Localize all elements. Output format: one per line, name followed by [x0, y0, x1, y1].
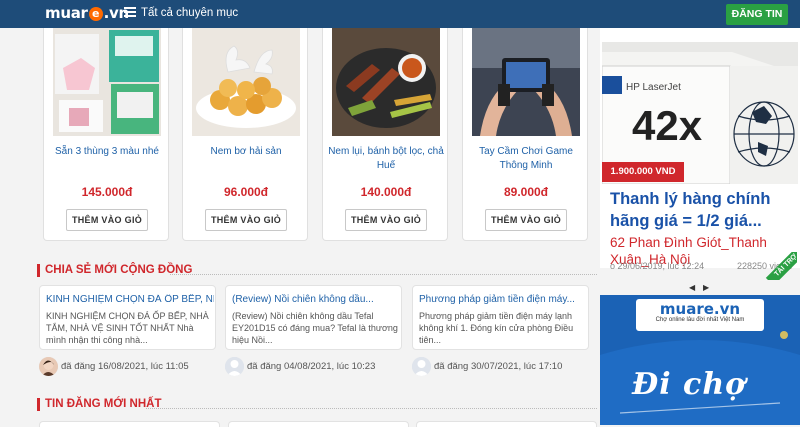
hamburger-icon: [124, 7, 136, 17]
post-listing-button[interactable]: ĐĂNG TIN: [726, 4, 788, 25]
ad-title[interactable]: Thanh lý hàng chính hãng giá = 1/2 giá..…: [610, 188, 795, 232]
ad-date: o 29/06/2019, lúc 12:24: [610, 261, 705, 271]
sponsored-ribbon: TÀI TRỢ: [761, 252, 797, 280]
top-navigation-bar: muar e .vn Tất cả chuyên mục ĐĂNG TIN: [0, 0, 800, 28]
section-divider: [146, 408, 597, 409]
next-arrow-icon[interactable]: ▶: [703, 283, 709, 292]
listing-card[interactable]: [39, 421, 220, 427]
post-title[interactable]: (Review) Nồi chiên không dầu...: [232, 294, 400, 305]
product-name[interactable]: Nem lụi, bánh bột lọc, chả Huế: [327, 145, 445, 173]
all-categories-menu[interactable]: Tất cả chuyên mục: [124, 7, 238, 19]
prev-arrow-icon[interactable]: ◀: [689, 283, 695, 292]
product-card[interactable]: Sẵn 3 thùng 3 màu nhé 145.000đ THÊM VÀO …: [43, 28, 169, 241]
section-divider: [170, 274, 597, 275]
post-excerpt: (Review) Nồi chiên không dầu Tefal EY201…: [232, 311, 398, 345]
avatar[interactable]: [412, 357, 431, 376]
avatar[interactable]: [39, 357, 58, 376]
sponsored-ribbon-label: TÀI TRỢ: [765, 252, 797, 280]
product-price: 145.000đ: [81, 185, 133, 199]
banner-headline: Đi chợ: [632, 367, 747, 402]
post-excerpt: Phương pháp giảm tiền điện máy lạnh khôn…: [419, 311, 574, 345]
post-title[interactable]: KINH NGHIỆM CHỌN ĐÁ ỐP BẾP, NHÀ...: [46, 294, 214, 305]
listing-card[interactable]: [228, 421, 409, 427]
product-name[interactable]: Sẵn 3 thùng 3 màu nhé: [48, 145, 166, 159]
community-post-card[interactable]: KINH NGHIỆM CHỌN ĐÁ ỐP BẾP, NHÀ... KINH …: [39, 285, 216, 350]
post-date: đã đăng 16/08/2021, lúc 11:05: [61, 361, 189, 372]
product-image[interactable]: [332, 28, 440, 136]
product-name[interactable]: Nem bơ hải sản: [187, 145, 305, 159]
community-post-card[interactable]: Phương pháp giảm tiền điện máy... Phương…: [412, 285, 589, 350]
community-post-card[interactable]: (Review) Nồi chiên không dầu... (Review)…: [225, 285, 402, 350]
product-card[interactable]: Nem lụi, bánh bột lọc, chả Huế 140.000đ …: [322, 28, 448, 241]
add-to-cart-button[interactable]: THÊM VÀO GIỎ: [485, 209, 567, 231]
post-date: đã đăng 30/07/2021, lúc 17:10: [434, 361, 563, 372]
all-categories-label: Tất cả chuyên mục: [141, 7, 239, 19]
avatar[interactable]: [225, 357, 244, 376]
sponsored-ad[interactable]: HP LaserJet 42x 1.900.000 VND Thanh lý h…: [600, 28, 800, 271]
ad-price-tag: 1.900.000 VND: [602, 162, 684, 182]
listing-card[interactable]: [416, 421, 597, 427]
ad-image-model-text: 42x: [632, 102, 703, 149]
post-date: đã đăng 04/08/2021, lúc 10:23: [247, 361, 376, 372]
product-price: 140.000đ: [360, 185, 412, 199]
banner-tagline: Chợ online lâu đời nhất Việt Nam: [655, 317, 745, 323]
product-price: 96.000đ: [223, 185, 269, 199]
product-card[interactable]: Tay Cầm Chơi Game Thông Minh 89.000đ THÊ…: [462, 28, 588, 241]
post-title[interactable]: Phương pháp giảm tiền điện máy...: [419, 294, 587, 305]
site-logo[interactable]: muar e .vn: [45, 4, 129, 22]
banner-logo-text: muare.vn: [659, 300, 741, 318]
post-excerpt: KINH NGHIỆM CHỌN ĐÁ ỐP BẾP, NHÀ TẮM, NHÀ…: [46, 311, 209, 345]
product-name[interactable]: Tay Cầm Chơi Game Thông Minh: [467, 145, 585, 173]
add-to-cart-button[interactable]: THÊM VÀO GIỎ: [205, 209, 287, 231]
add-to-cart-button[interactable]: THÊM VÀO GIỎ: [66, 209, 148, 231]
community-section-title[interactable]: CHIA SẺ MỚI CỘNG ĐỒNG: [37, 264, 192, 277]
product-image[interactable]: [53, 28, 161, 136]
product-image[interactable]: [472, 28, 580, 136]
ad-image-brand-text: HP LaserJet: [626, 82, 681, 93]
banner-logo: muare.vn Chợ online lâu đời nhất Việt Na…: [636, 299, 764, 331]
latest-listings-title[interactable]: TIN ĐĂNG MỚI NHẤT: [37, 398, 162, 411]
product-card[interactable]: Nem bơ hải sản 96.000đ THÊM VÀO GIỎ: [182, 28, 308, 241]
muare-banner[interactable]: muare.vn Chợ online lâu đời nhất Việt Na…: [600, 295, 800, 425]
product-price: 89.000đ: [503, 185, 549, 199]
product-image[interactable]: [192, 28, 300, 136]
add-to-cart-button[interactable]: THÊM VÀO GIỎ: [345, 209, 427, 231]
